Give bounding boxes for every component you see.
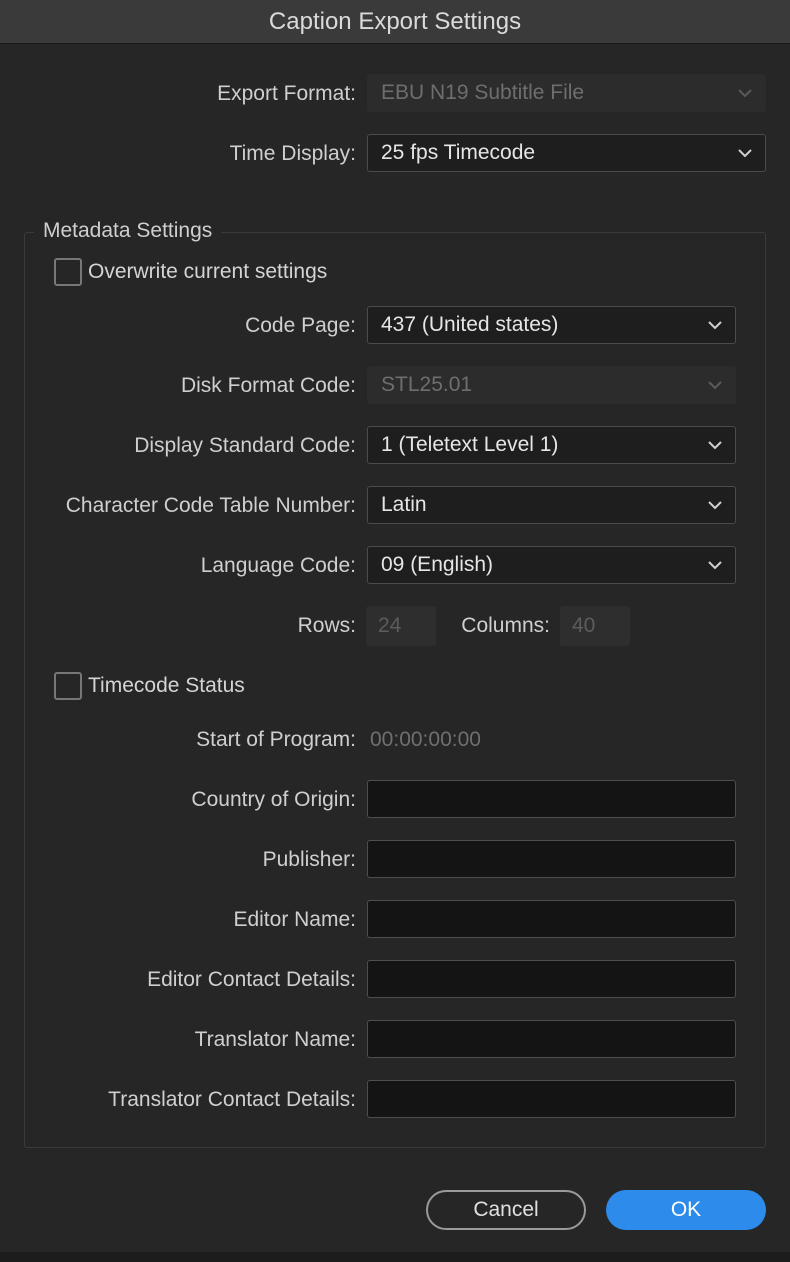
editor-contact-label: Editor Contact Details: (147, 968, 356, 991)
rows-label: Rows: (297, 614, 356, 637)
metadata-settings-legend: Metadata Settings (34, 212, 222, 250)
code-page-label: Code Page: (245, 314, 356, 337)
language-code-value: 09 (English) (381, 553, 494, 576)
code-page-select[interactable]: 437 (United states) (367, 306, 736, 344)
language-code-select[interactable]: 09 (English) (367, 546, 736, 584)
language-code-label: Language Code: (200, 554, 356, 577)
editor-name-label: Editor Name: (233, 908, 356, 931)
export-format-label: Export Format: (217, 82, 356, 105)
window-title-bar: Caption Export Settings (0, 0, 790, 44)
country-of-origin-label: Country of Origin: (191, 788, 356, 811)
bottom-edge (0, 1252, 790, 1262)
time-display-value: 25 fps Timecode (381, 141, 536, 164)
disk-format-code-value: STL25.01 (381, 373, 473, 396)
translator-name-input[interactable] (367, 1020, 736, 1058)
start-of-program-value: 00:00:00:00 (370, 728, 481, 751)
rows-field: 24 (366, 606, 436, 646)
cancel-button[interactable]: Cancel (426, 1190, 586, 1230)
chevron-down-icon (737, 135, 753, 171)
export-format-select: EBU N19 Subtitle File (367, 74, 766, 112)
chevron-down-icon (737, 75, 753, 111)
display-standard-code-value: 1 (Teletext Level 1) (381, 433, 559, 456)
overwrite-settings-label: Overwrite current settings (88, 260, 328, 283)
publisher-label: Publisher: (262, 848, 356, 871)
display-standard-code-select[interactable]: 1 (Teletext Level 1) (367, 426, 736, 464)
chevron-down-icon (707, 487, 723, 523)
country-of-origin-input[interactable] (367, 780, 736, 818)
columns-field: 40 (560, 606, 630, 646)
chevron-down-icon (707, 547, 723, 583)
time-display-select[interactable]: 25 fps Timecode (367, 134, 766, 172)
display-standard-code-label: Display Standard Code: (134, 434, 356, 457)
timecode-status-label: Timecode Status (88, 674, 245, 697)
translator-name-label: Translator Name: (194, 1028, 356, 1051)
character-code-table-select[interactable]: Latin (367, 486, 736, 524)
overwrite-settings-checkbox[interactable] (54, 258, 82, 286)
chevron-down-icon (707, 307, 723, 343)
export-format-value: EBU N19 Subtitle File (381, 81, 585, 104)
publisher-input[interactable] (367, 840, 736, 878)
editor-contact-input[interactable] (367, 960, 736, 998)
disk-format-code-label: Disk Format Code: (180, 374, 356, 397)
code-page-value: 437 (United states) (381, 313, 559, 336)
timecode-status-checkbox[interactable] (54, 672, 82, 700)
translator-contact-label: Translator Contact Details: (108, 1088, 356, 1111)
window-title: Caption Export Settings (268, 7, 522, 35)
editor-name-input[interactable] (367, 900, 736, 938)
chevron-down-icon (707, 427, 723, 463)
character-code-table-value: Latin (381, 493, 427, 516)
start-of-program-label: Start of Program: (196, 728, 356, 751)
character-code-table-label: Character Code Table Number: (65, 494, 356, 517)
time-display-label: Time Display: (229, 142, 356, 165)
disk-format-code-select: STL25.01 (367, 366, 736, 404)
columns-label: Columns: (461, 614, 550, 637)
translator-contact-input[interactable] (367, 1080, 736, 1118)
chevron-down-icon (707, 367, 723, 403)
ok-button[interactable]: OK (606, 1190, 766, 1230)
